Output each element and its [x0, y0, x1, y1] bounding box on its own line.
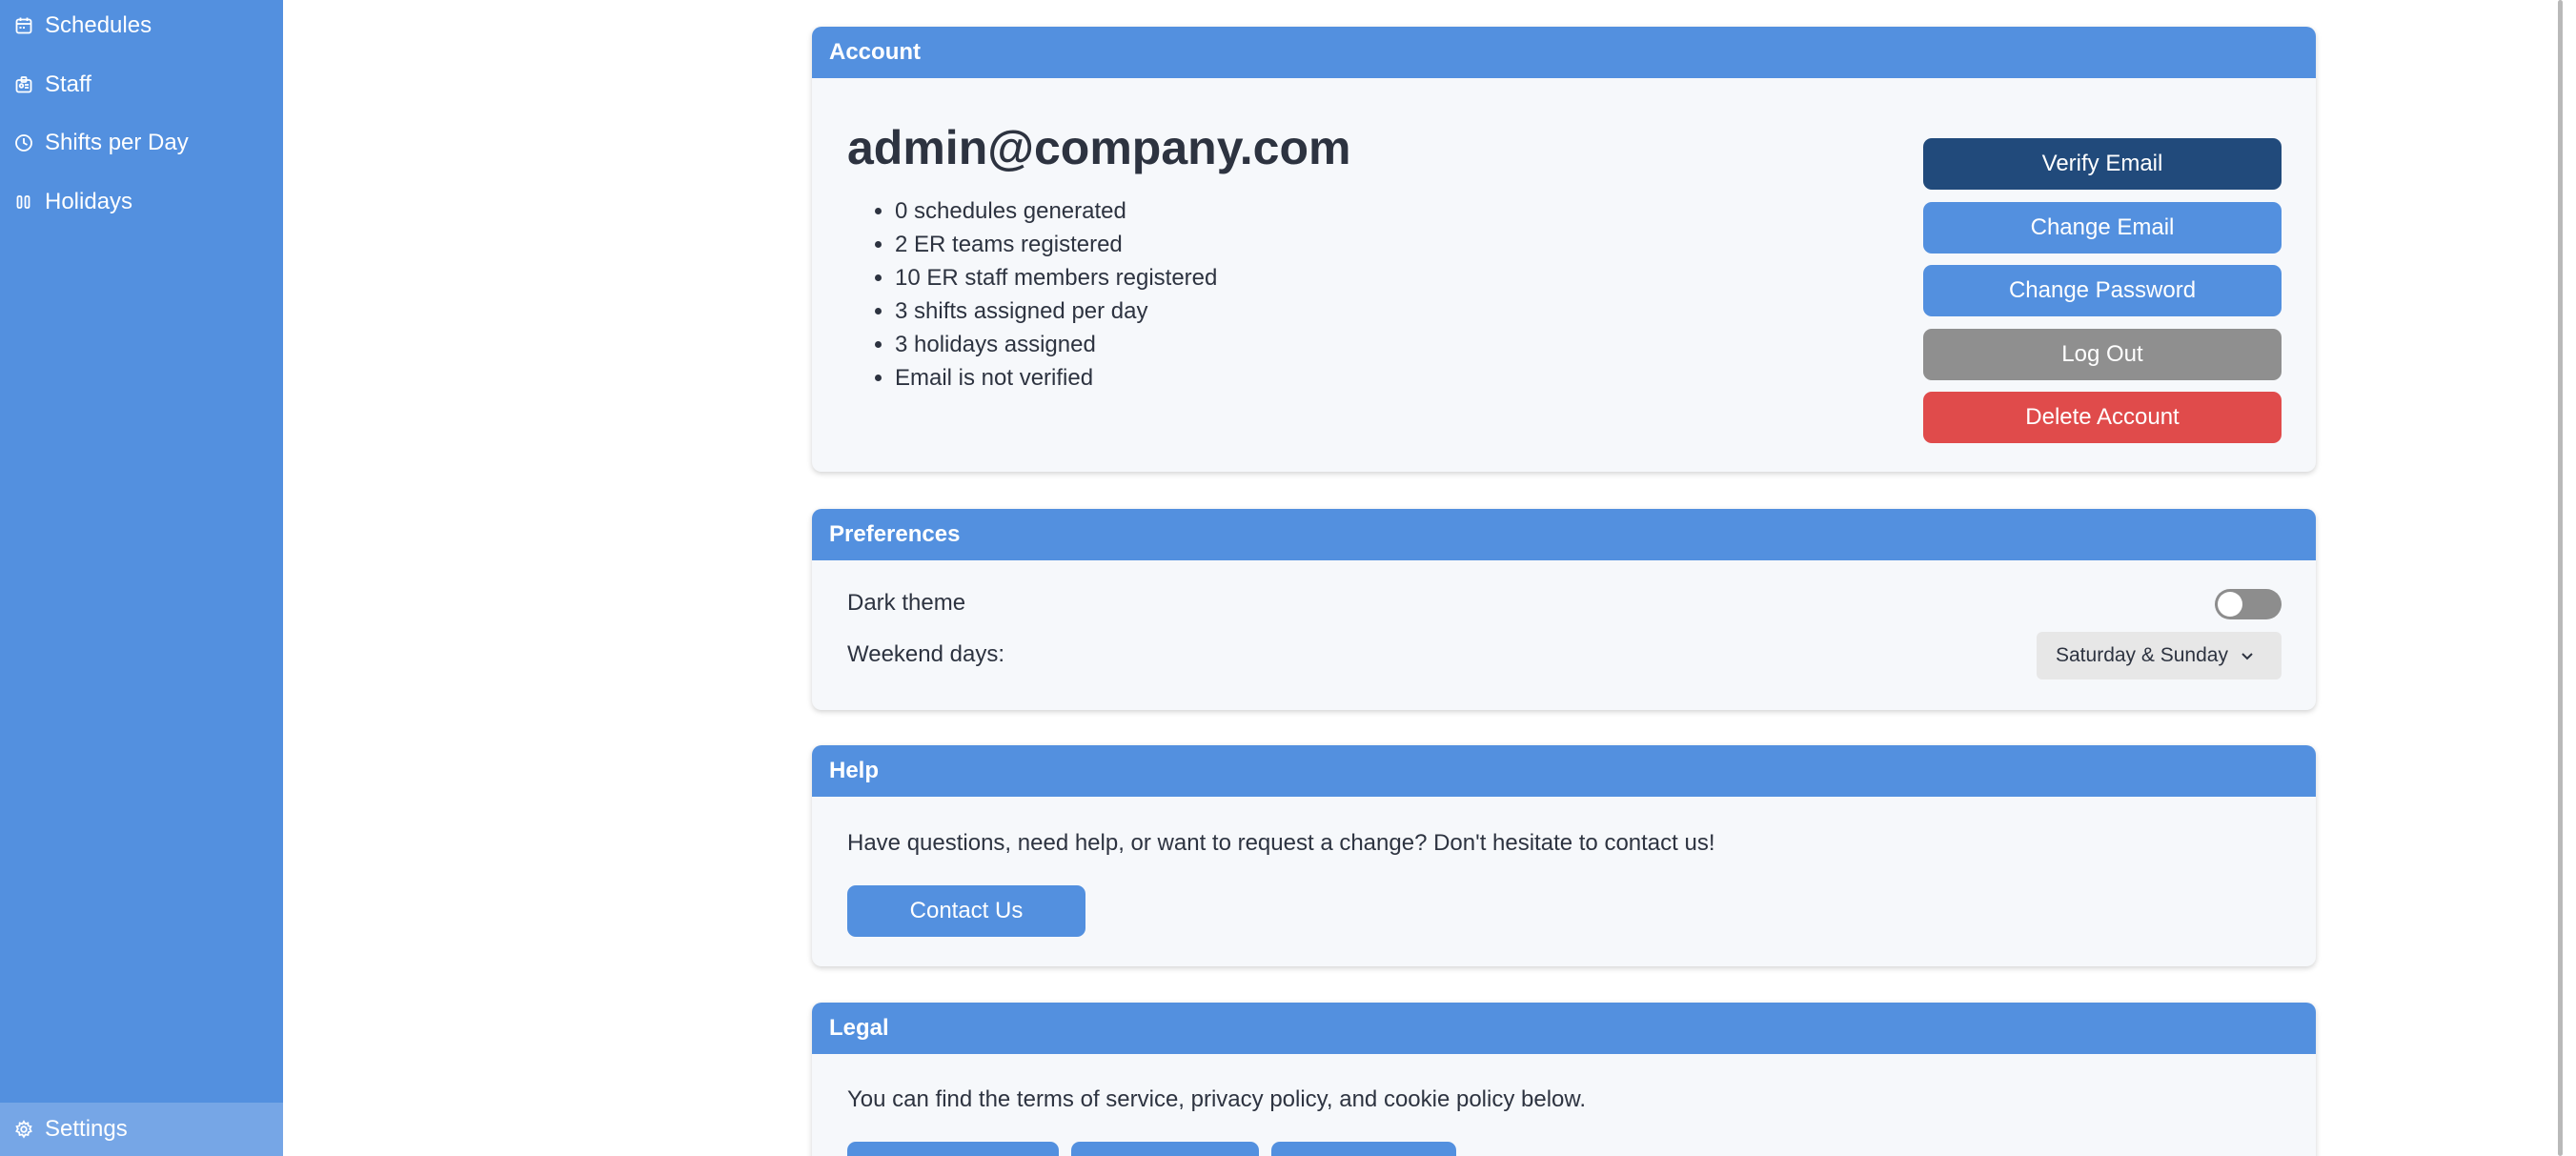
- sidebar-item-label: Settings: [45, 1116, 128, 1142]
- help-card: Help Have questions, need help, or want …: [812, 745, 2316, 966]
- preferences-card-header: Preferences: [812, 509, 2316, 560]
- weekend-days-value: Saturday & Sunday: [2056, 644, 2228, 666]
- list-item: Email is not verified: [895, 361, 1217, 395]
- main-content: Account admin@company.com 0 schedules ge…: [283, 0, 2565, 1156]
- cookie-policy-button[interactable]: [1271, 1142, 1456, 1156]
- preferences-card: Preferences Dark theme Weekend days: Sat…: [812, 509, 2316, 710]
- list-item: 3 shifts assigned per day: [895, 294, 1217, 328]
- scrollbar-thumb[interactable]: [2558, 0, 2563, 1156]
- sidebar: Schedules Staff Shifts per Day Holidays …: [0, 0, 283, 1156]
- app-root: Schedules Staff Shifts per Day Holidays …: [0, 0, 2576, 1156]
- list-item: 0 schedules generated: [895, 194, 1217, 228]
- sidebar-item-schedules[interactable]: Schedules: [0, 0, 283, 53]
- toggle-knob: [2218, 592, 2242, 617]
- account-stats-list: 0 schedules generated 2 ER teams registe…: [895, 194, 1217, 395]
- list-item: 2 ER teams registered: [895, 228, 1217, 261]
- holiday-icon: [14, 193, 33, 212]
- log-out-button[interactable]: Log Out: [1923, 329, 2282, 380]
- weekend-days-label: Weekend days:: [847, 641, 1004, 667]
- help-text: Have questions, need help, or want to re…: [847, 830, 1715, 856]
- id-badge-icon: [14, 75, 33, 94]
- weekend-days-select[interactable]: Saturday & Sunday: [2037, 632, 2282, 679]
- change-password-button[interactable]: Change Password: [1923, 265, 2282, 316]
- dark-theme-toggle[interactable]: [2215, 589, 2282, 619]
- terms-of-service-button[interactable]: [847, 1142, 1059, 1156]
- sidebar-item-staff[interactable]: Staff: [0, 57, 283, 112]
- scrollbar[interactable]: [2553, 0, 2565, 1156]
- gear-icon: [14, 1120, 33, 1139]
- delete-account-button[interactable]: Delete Account: [1923, 392, 2282, 443]
- legal-card-header: Legal: [812, 1003, 2316, 1054]
- verify-email-button[interactable]: Verify Email: [1923, 138, 2282, 190]
- calendar-icon: [14, 16, 33, 35]
- clock-icon: [14, 133, 33, 152]
- account-card-header: Account: [812, 27, 2316, 78]
- sidebar-item-holidays[interactable]: Holidays: [0, 174, 283, 230]
- account-card: Account admin@company.com 0 schedules ge…: [812, 27, 2316, 472]
- list-item: 3 holidays assigned: [895, 328, 1217, 361]
- dark-theme-label: Dark theme: [847, 590, 966, 616]
- sidebar-item-shifts-per-day[interactable]: Shifts per Day: [0, 115, 283, 171]
- list-item: 10 ER staff members registered: [895, 261, 1217, 294]
- help-card-header: Help: [812, 745, 2316, 797]
- sidebar-item-label: Holidays: [45, 189, 133, 214]
- chevron-down-icon: [2240, 647, 2255, 662]
- sidebar-item-settings[interactable]: Settings: [0, 1103, 283, 1156]
- account-email: admin@company.com: [847, 121, 1351, 174]
- privacy-policy-button[interactable]: [1071, 1142, 1259, 1156]
- legal-text: You can find the terms of service, priva…: [847, 1086, 1587, 1112]
- legal-card: Legal You can find the terms of service,…: [812, 1003, 2316, 1156]
- contact-us-button[interactable]: Contact Us: [847, 885, 1085, 937]
- sidebar-item-label: Schedules: [45, 12, 152, 38]
- change-email-button[interactable]: Change Email: [1923, 202, 2282, 254]
- sidebar-item-label: Staff: [45, 71, 91, 97]
- sidebar-item-label: Shifts per Day: [45, 130, 189, 155]
